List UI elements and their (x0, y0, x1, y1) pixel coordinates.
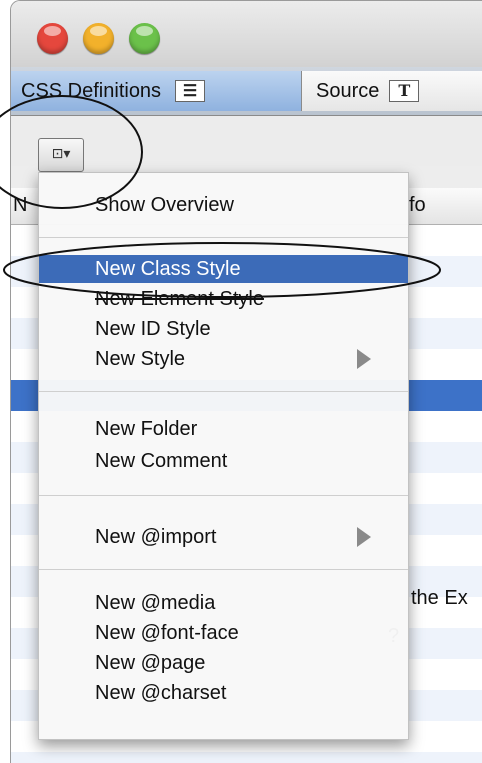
menu-item-label: New @charset (95, 682, 227, 704)
menu-item-label: New @font-face (95, 622, 239, 644)
menu-item-new-id-style[interactable]: New ID Style (39, 315, 408, 343)
menu-item-new-charset[interactable]: New @charset (39, 679, 408, 707)
menu-item-label: New Style (95, 348, 186, 370)
row-text-fragment: the Ex (411, 587, 468, 609)
menu-item-new-folder[interactable]: New Folder (39, 415, 408, 443)
menu-item-new-page[interactable]: New @page (39, 649, 408, 677)
menu-separator (39, 569, 408, 570)
tab-bar: CSS Definitions ☰ Source T (11, 67, 482, 116)
menu-item-new-comment[interactable]: New Comment (39, 447, 408, 475)
menu-item-label: New Comment (95, 450, 228, 472)
menu-item-label: New @import (95, 526, 217, 548)
toolbar: ⊡▾ (11, 116, 482, 172)
menu-item-new-style[interactable]: New Style (39, 345, 408, 373)
menu-item-label: New @media (95, 592, 216, 614)
add-style-menu-button[interactable]: ⊡▾ (38, 138, 84, 172)
close-window-button[interactable] (37, 23, 68, 54)
list-icon: ☰ (175, 80, 206, 102)
submenu-arrow-icon (357, 349, 371, 369)
menu-item-new-class-style[interactable]: New Class Style (39, 255, 408, 283)
name-column-header[interactable]: N (13, 194, 27, 217)
text-icon: T (389, 80, 420, 102)
menu-item-label: New Element Style (95, 288, 264, 310)
minimize-window-button[interactable] (83, 23, 114, 54)
add-style-dropdown-menu: Show Overview New Class Style New Elemen… (38, 172, 409, 740)
list-row[interactable] (11, 752, 482, 763)
menu-item-new-element-style[interactable]: New Element Style (39, 285, 408, 313)
menu-item-new-media[interactable]: New @media (39, 589, 408, 617)
zoom-window-button[interactable] (129, 23, 160, 54)
menu-item-label: Show Overview (95, 194, 234, 216)
menu-separator (39, 391, 408, 392)
submenu-arrow-icon (357, 527, 371, 547)
menu-item-label: New @page (95, 652, 206, 674)
tab-source-label: Source (316, 79, 380, 102)
tab-css-definitions[interactable]: CSS Definitions ☰ (11, 71, 302, 111)
title-bar (11, 1, 482, 67)
tab-css-definitions-label: CSS Definitions (21, 79, 162, 102)
tab-source[interactable]: Source T (302, 71, 482, 111)
menu-item-label: New Folder (95, 418, 198, 440)
menu-separator (39, 495, 408, 496)
menu-item-show-overview[interactable]: Show Overview (39, 191, 408, 219)
menu-item-new-import[interactable]: New @import (39, 523, 408, 551)
menu-item-label: New ID Style (95, 318, 211, 340)
info-column-header[interactable]: fo (409, 194, 426, 217)
menu-item-new-font-face[interactable]: New @font-face (39, 619, 408, 647)
menu-item-label: New Class Style (95, 258, 241, 280)
menu-separator (39, 237, 408, 238)
